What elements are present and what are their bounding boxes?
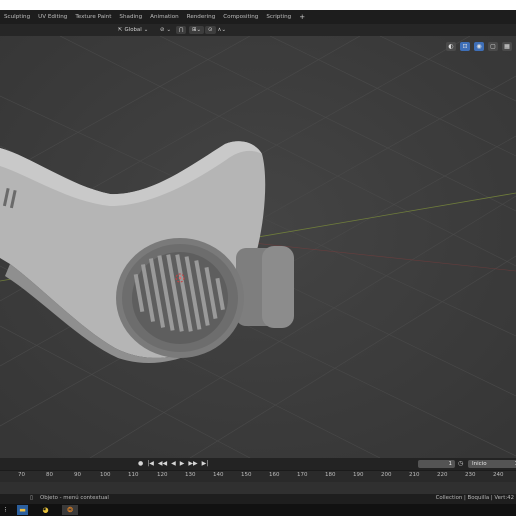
snap-grid-icon: ⊞⌄ bbox=[189, 26, 205, 34]
snap-toggle[interactable]: ⋂ bbox=[176, 26, 187, 34]
pivot-icon: ⊘ bbox=[160, 27, 165, 33]
current-frame-field[interactable]: 1 bbox=[418, 460, 455, 468]
proportional-edit-toggle[interactable]: ⊙ ∧⌄ bbox=[205, 26, 226, 34]
ruler-tick: 240 bbox=[493, 472, 504, 478]
snap-mode-dropdown[interactable]: ⊞⌄ bbox=[189, 26, 205, 34]
ruler-tick: 70 bbox=[18, 472, 25, 478]
ruler-tick: 180 bbox=[325, 472, 336, 478]
chevron-down-icon: ⌄ bbox=[166, 27, 172, 33]
ruler-tick: 170 bbox=[297, 472, 308, 478]
jump-keyframe-back-button[interactable]: ◀◀ bbox=[158, 460, 167, 467]
viewport-header: ⇱ Global ⌄ ⊘ ⌄ ⋂ ⊞⌄ ⊙ ∧⌄ bbox=[0, 24, 516, 36]
mouse-icon: ▯ bbox=[30, 495, 33, 501]
tab-texture-paint[interactable]: Texture Paint bbox=[71, 10, 115, 24]
proportional-edit-icon: ⊙ bbox=[205, 26, 216, 34]
ruler-tick: 230 bbox=[465, 472, 476, 478]
grid-icon[interactable]: ▦ bbox=[502, 42, 512, 51]
playback-controls: ● |◀ ◀◀ ◀ ▶ ▶▶ ▶| bbox=[138, 460, 208, 467]
workspace-tabs: Sculpting UV Editing Texture Paint Shadi… bbox=[0, 10, 516, 24]
start-label: Inicio bbox=[472, 461, 487, 467]
ruler-tick: 190 bbox=[353, 472, 364, 478]
gizmo-icon[interactable]: ◉ bbox=[474, 42, 484, 51]
jump-end-button[interactable]: ▶| bbox=[202, 460, 209, 467]
tab-scripting[interactable]: Scripting bbox=[262, 10, 295, 24]
tab-animation[interactable]: Animation bbox=[146, 10, 183, 24]
tab-shading[interactable]: Shading bbox=[115, 10, 146, 24]
falloff-icon: ∧⌄ bbox=[217, 27, 226, 33]
ruler-tick: 150 bbox=[241, 472, 252, 478]
chrome-icon[interactable]: ◕ bbox=[40, 505, 51, 515]
ruler-tick: 80 bbox=[46, 472, 53, 478]
ruler-tick: 140 bbox=[213, 472, 224, 478]
transform-orientation-dropdown[interactable]: ⇱ Global ⌄ bbox=[118, 26, 148, 34]
tab-uv-editing[interactable]: UV Editing bbox=[34, 10, 71, 24]
clock-icon: ◷ bbox=[458, 460, 464, 467]
record-button[interactable]: ● bbox=[138, 460, 143, 467]
ruler-tick: 160 bbox=[269, 472, 280, 478]
taskbar-edge-icon[interactable]: ⁝ bbox=[0, 505, 11, 515]
jump-start-button[interactable]: |◀ bbox=[147, 460, 154, 467]
ruler-tick: 90 bbox=[74, 472, 81, 478]
blender-window: Sculpting UV Editing Texture Paint Shadi… bbox=[0, 10, 516, 516]
pivot-dropdown[interactable]: ⊘ ⌄ bbox=[160, 26, 171, 34]
orientation-icon: ⇱ bbox=[118, 27, 123, 33]
status-hint: Objeto - menú contextual bbox=[40, 495, 109, 501]
wireframe-icon[interactable]: ▢ bbox=[488, 42, 498, 51]
ruler-tick: 130 bbox=[185, 472, 196, 478]
viewport-overlay-buttons: ◐ ⊡ ◉ ▢ ▦ bbox=[446, 42, 512, 51]
play-button[interactable]: ▶ bbox=[180, 460, 185, 467]
file-explorer-icon[interactable]: ▬ bbox=[17, 505, 28, 515]
magnet-icon: ⋂ bbox=[176, 26, 187, 34]
ruler-tick: 110 bbox=[128, 472, 139, 478]
ruler-tick: 220 bbox=[437, 472, 448, 478]
ruler-tick: 120 bbox=[157, 472, 168, 478]
ruler-tick: 210 bbox=[409, 472, 420, 478]
status-stats: Collection | Boquilla | Vert:42 bbox=[435, 495, 514, 501]
timeline-header: ● |◀ ◀◀ ◀ ▶ ▶▶ ▶| 1 ◷ Inicio 1 bbox=[0, 458, 516, 470]
viewport-shading-icon[interactable]: ◐ bbox=[446, 42, 456, 51]
viewport-grid bbox=[0, 36, 516, 458]
3d-viewport[interactable]: ◐ ⊡ ◉ ▢ ▦ bbox=[0, 36, 516, 458]
status-bar: ▯ Objeto - menú contextual Collection | … bbox=[0, 494, 516, 504]
orientation-label: Global bbox=[124, 27, 142, 33]
jump-keyframe-forward-button[interactable]: ▶▶ bbox=[188, 460, 197, 467]
play-reverse-button[interactable]: ◀ bbox=[171, 460, 176, 467]
ruler-tick: 200 bbox=[381, 472, 392, 478]
windows-taskbar: ⁝ ▬ ◕ ❂ bbox=[0, 504, 516, 516]
blender-icon[interactable]: ❂ bbox=[62, 505, 78, 515]
ruler-tick: 100 bbox=[100, 472, 111, 478]
start-frame-field[interactable]: Inicio 1 bbox=[468, 460, 516, 468]
tab-sculpting[interactable]: Sculpting bbox=[0, 10, 34, 24]
tab-compositing[interactable]: Compositing bbox=[219, 10, 262, 24]
add-workspace-button[interactable]: + bbox=[295, 10, 309, 24]
chevron-down-icon: ⌄ bbox=[143, 27, 149, 33]
timeline-track[interactable] bbox=[0, 482, 516, 494]
tab-rendering[interactable]: Rendering bbox=[183, 10, 220, 24]
overlay-icon[interactable]: ⊡ bbox=[460, 42, 470, 51]
